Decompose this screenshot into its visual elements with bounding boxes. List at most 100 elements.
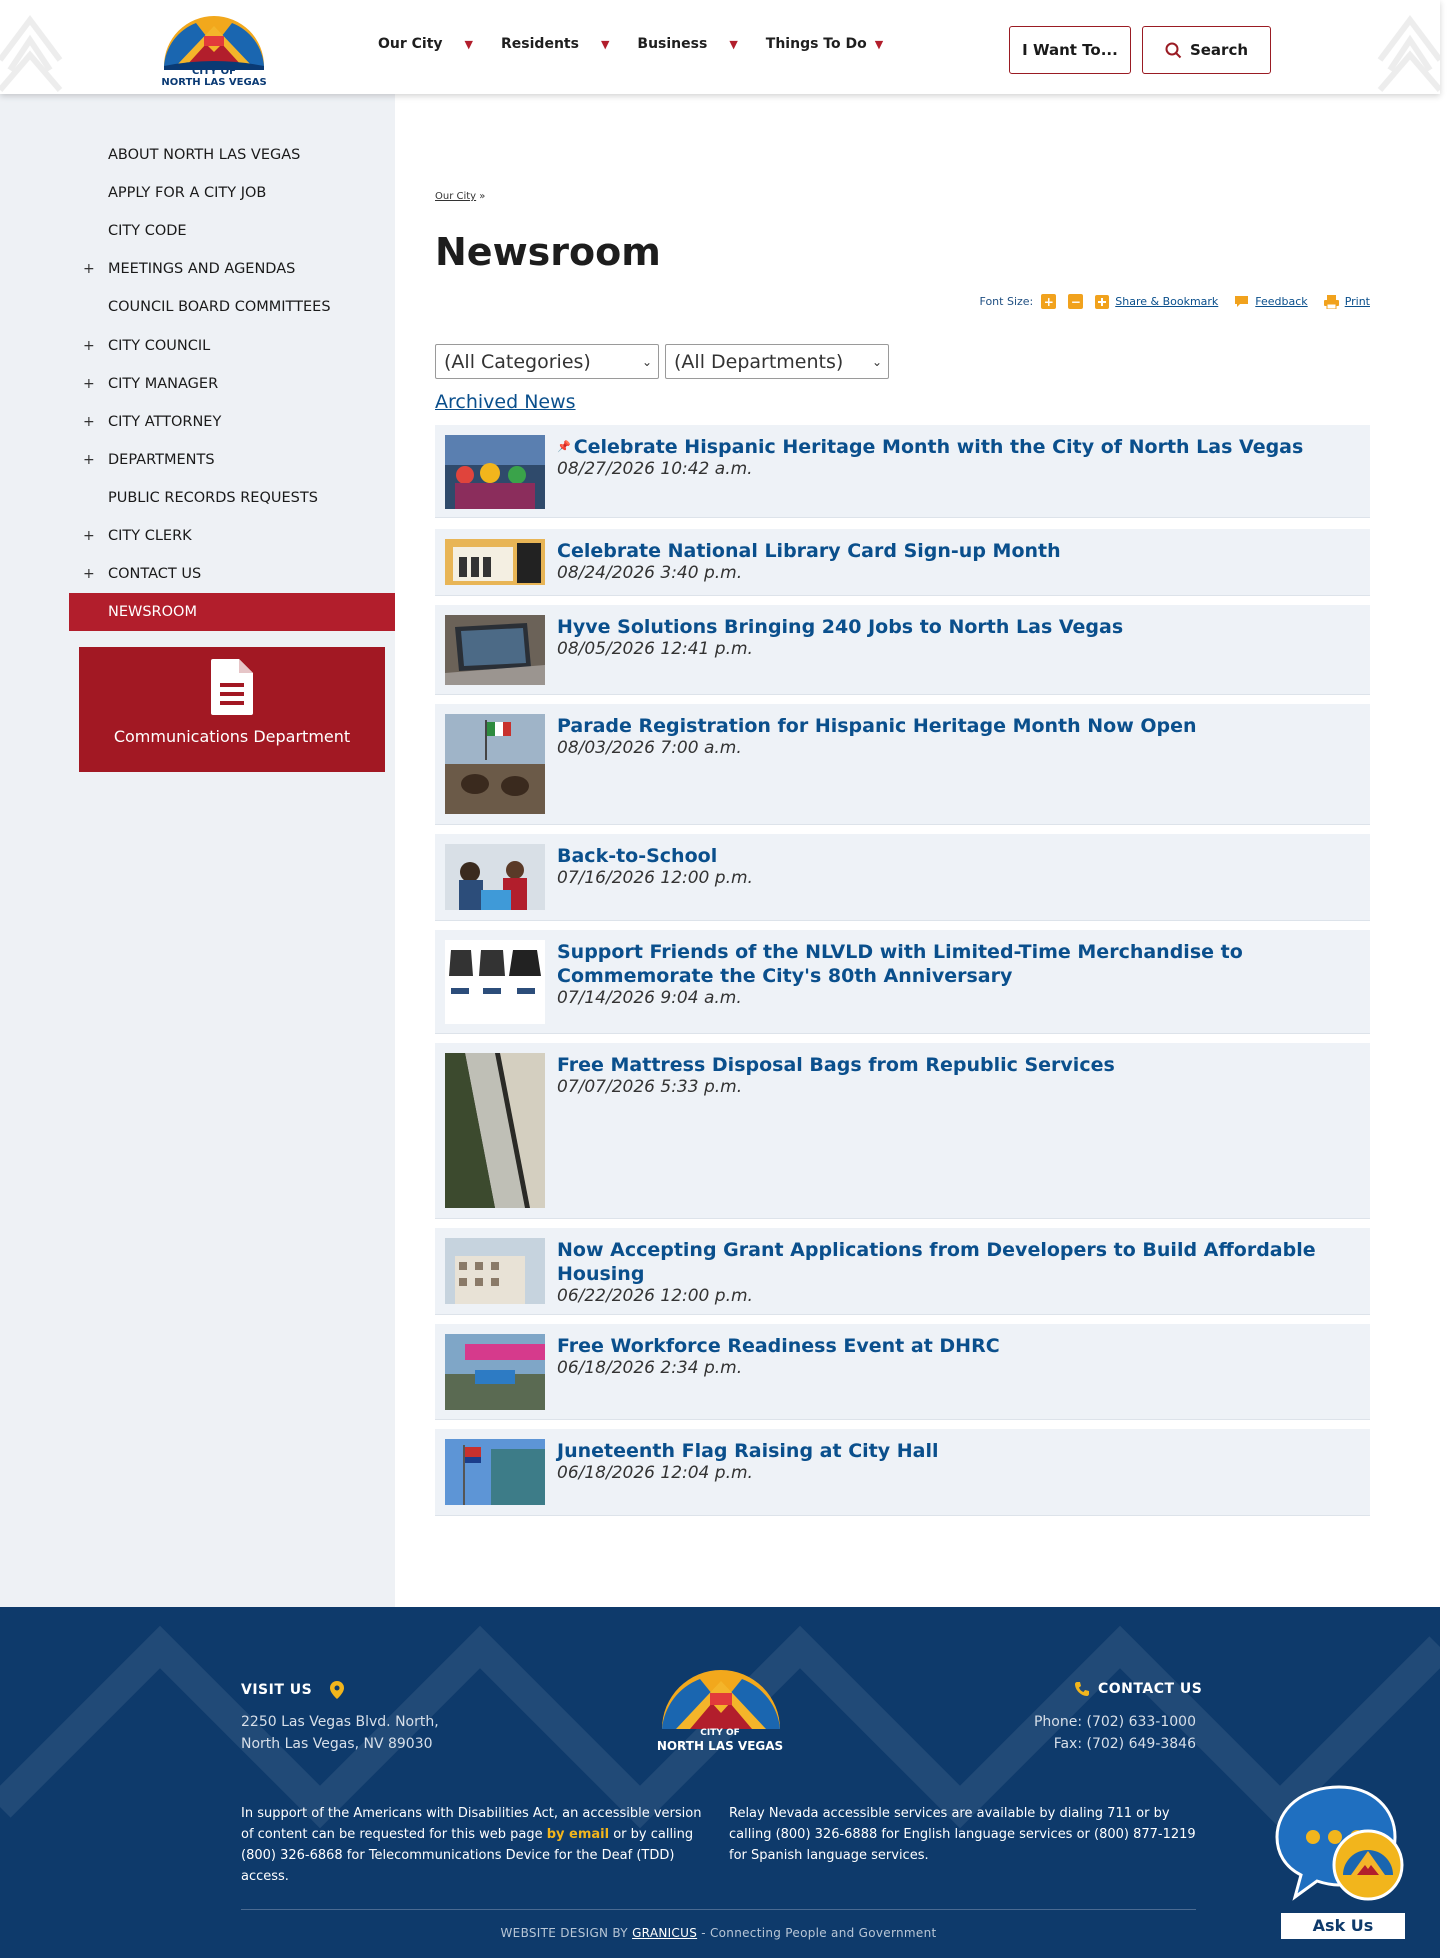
breadcrumb-our-city-link[interactable]: Our City — [435, 191, 476, 202]
department-select-value: (All Departments) — [674, 350, 844, 373]
ada-email-link[interactable]: by email — [547, 1827, 609, 1842]
sidebar-item-city-attorney[interactable]: + CITY ATTORNEY — [69, 403, 395, 441]
category-select-value: (All Categories) — [444, 350, 591, 373]
share-plus-icon — [1095, 294, 1110, 309]
document-icon — [211, 659, 253, 715]
font-decrease-icon[interactable]: − — [1068, 294, 1084, 309]
sidebar-item-about[interactable]: ABOUT NORTH LAS VEGAS — [69, 136, 395, 174]
news-thumbnail[interactable] — [445, 615, 545, 685]
archived-news-link[interactable]: Archived News — [435, 391, 576, 413]
nav-things-to-do[interactable]: Things To Do ▼ — [766, 36, 883, 52]
sidebar-item-city-manager[interactable]: + CITY MANAGER — [69, 365, 395, 403]
news-thumbnail[interactable] — [445, 435, 545, 509]
sidebar: ABOUT NORTH LAS VEGAS APPLY FOR A CITY J… — [0, 94, 395, 1607]
expand-plus-icon[interactable]: + — [83, 452, 95, 468]
sidebar-item-label: MEETINGS AND AGENDAS — [108, 261, 296, 278]
site-header: CITY OF NORTH LAS VEGAS Our City ▼ Reside… — [0, 0, 1440, 94]
category-select[interactable]: (All Categories) ⌄ — [435, 344, 659, 379]
news-title-link[interactable]: Juneteenth Flag Raising at City Hall 06/… — [557, 1439, 1357, 1483]
font-increase-icon[interactable]: + — [1041, 294, 1057, 309]
caret-down-icon: ▼ — [874, 37, 884, 51]
news-thumbnail[interactable] — [445, 844, 545, 910]
sidebar-item-city-clerk[interactable]: + CITY CLERK — [69, 517, 395, 555]
news-date: 06/18/2026 12:04 p.m. — [557, 1463, 753, 1483]
i-want-to-button[interactable]: I Want To... — [1009, 26, 1131, 74]
sidebar-nav: ABOUT NORTH LAS VEGAS APPLY FOR A CITY J… — [69, 136, 395, 632]
website-credit: WEBSITE DESIGN BY GRANICUS - Connecting … — [241, 1926, 1196, 1940]
fax-number: Fax: (702) 649-3846 — [1053, 1736, 1196, 1752]
news-item: Juneteenth Flag Raising at City Hall 06/… — [435, 1429, 1370, 1515]
expand-plus-icon[interactable]: + — [83, 376, 95, 392]
breadcrumb: Our City » — [435, 191, 485, 202]
news-thumbnail[interactable] — [445, 539, 545, 585]
news-title-link[interactable]: Now Accepting Grant Applications from De… — [557, 1238, 1357, 1306]
news-title-link[interactable]: Free Mattress Disposal Bags from Republi… — [557, 1053, 1357, 1097]
sidebar-item-city-council[interactable]: + CITY COUNCIL — [69, 326, 395, 364]
sidebar-item-newsroom[interactable]: NEWSROOM — [69, 593, 395, 632]
news-title-link[interactable]: Parade Registration for Hispanic Heritag… — [557, 714, 1357, 758]
nav-residents[interactable]: Residents ▼ — [501, 36, 609, 52]
news-title-link[interactable]: Hyve Solutions Bringing 240 Jobs to Nort… — [557, 615, 1357, 659]
granicus-link[interactable]: GRANICUS — [632, 1926, 697, 1940]
chevron-down-icon: ⌄ — [641, 354, 652, 369]
news-date: 07/07/2026 5:33 p.m. — [557, 1077, 743, 1097]
news-thumbnail[interactable] — [445, 1238, 545, 1304]
credit-text: - Connecting People and Government — [697, 1926, 937, 1940]
news-thumbnail[interactable] — [445, 1053, 545, 1208]
share-bookmark-link[interactable]: Share & Bookmark — [1095, 294, 1218, 309]
news-thumbnail[interactable] — [445, 1334, 545, 1410]
news-title: Free Mattress Disposal Bags from Republi… — [557, 1054, 1115, 1076]
news-thumbnail[interactable] — [445, 940, 545, 1024]
news-thumbnail[interactable] — [445, 714, 545, 814]
expand-plus-icon[interactable]: + — [83, 566, 95, 582]
expand-plus-icon[interactable]: + — [83, 414, 95, 430]
news-title-link[interactable]: Celebrate National Library Card Sign-up … — [557, 539, 1357, 583]
main-nav: Our City ▼ Residents ▼ Business ▼ Things To… — [378, 36, 911, 52]
news-title: Support Friends of the NLVLD with Limite… — [557, 941, 1243, 987]
search-icon — [1165, 42, 1182, 58]
relay-nevada-notice: Relay Nevada accessible services are ava… — [729, 1806, 1196, 1863]
nav-our-city[interactable]: Our City ▼ — [378, 36, 473, 52]
communications-department-button[interactable]: Communications Department — [79, 647, 385, 772]
expand-plus-icon[interactable]: + — [83, 261, 95, 277]
logo-line1: CITY OF — [192, 66, 236, 77]
sidebar-item-public-records[interactable]: PUBLIC RECORDS REQUESTS — [69, 479, 395, 517]
feedback-link[interactable]: Feedback — [1234, 295, 1308, 308]
ask-us-button[interactable]: Ask Us — [1281, 1913, 1405, 1939]
sidebar-item-departments[interactable]: + DEPARTMENTS — [69, 441, 395, 479]
page-title: Newsroom — [435, 230, 661, 274]
news-date: 07/16/2026 12:00 p.m. — [557, 868, 753, 888]
credit-text: WEBSITE DESIGN BY — [500, 1926, 633, 1940]
caret-down-icon: ▼ — [729, 37, 738, 51]
site-footer: VISIT US 2250 Las Vegas Blvd. North, Nor… — [0, 1607, 1440, 1958]
news-date: 08/05/2026 12:41 p.m. — [557, 639, 753, 659]
feedback-label: Feedback — [1255, 295, 1308, 308]
news-date: 08/24/2026 3:40 p.m. — [557, 563, 743, 583]
address: 2250 Las Vegas Blvd. North, North Las Ve… — [241, 1711, 439, 1755]
sidebar-item-city-code[interactable]: CITY CODE — [69, 212, 395, 250]
sidebar-item-contact-us[interactable]: + CONTACT US — [69, 555, 395, 593]
address-line2: North Las Vegas, NV 89030 — [241, 1736, 433, 1752]
news-item: Support Friends of the NLVLD with Limite… — [435, 930, 1370, 1033]
mountain-pattern-decoration — [1377, 15, 1440, 92]
news-date: 08/27/2026 10:42 a.m. — [557, 459, 753, 479]
nav-business[interactable]: Business ▼ — [637, 36, 737, 52]
breadcrumb-separator: » — [479, 191, 486, 202]
department-select[interactable]: (All Departments) ⌄ — [665, 344, 889, 379]
news-title-link[interactable]: 📌 Celebrate Hispanic Heritage Month with … — [557, 435, 1357, 479]
search-button[interactable]: Search — [1142, 26, 1271, 74]
footer-divider — [241, 1909, 1196, 1910]
news-title-link[interactable]: Free Workforce Readiness Event at DHRC 0… — [557, 1334, 1357, 1378]
sidebar-item-committees[interactable]: COUNCIL BOARD COMMITTEES — [69, 288, 395, 326]
nav-label: Our City — [378, 36, 443, 52]
news-thumbnail[interactable] — [445, 1439, 545, 1505]
expand-plus-icon[interactable]: + — [83, 528, 95, 544]
expand-plus-icon[interactable]: + — [83, 338, 95, 354]
sidebar-item-meetings[interactable]: + MEETINGS AND AGENDAS — [69, 250, 395, 288]
nav-label: Business — [637, 36, 708, 52]
news-title-link[interactable]: Support Friends of the NLVLD with Limite… — [557, 940, 1357, 1008]
sidebar-item-apply-job[interactable]: APPLY FOR A CITY JOB — [69, 174, 395, 212]
print-link[interactable]: Print — [1323, 294, 1370, 309]
news-title: Free Workforce Readiness Event at DHRC — [557, 1335, 1000, 1357]
news-title-link[interactable]: Back-to-School 07/16/2026 12:00 p.m. — [557, 844, 1357, 888]
